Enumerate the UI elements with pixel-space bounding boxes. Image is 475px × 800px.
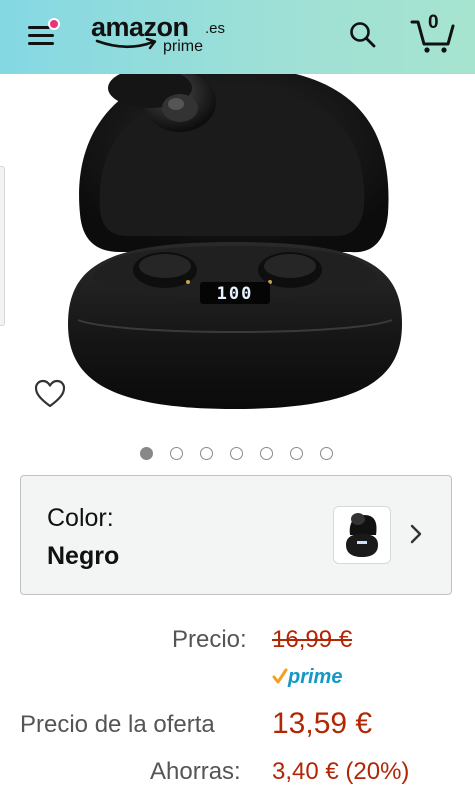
list-price-label: Precio: bbox=[172, 626, 247, 653]
list-price-value: 16,99 € bbox=[272, 626, 353, 653]
logo-tld: .es bbox=[205, 20, 226, 37]
earbuds-product-photo: 100 bbox=[68, 74, 402, 409]
product-image-carousel[interactable]: 100 bbox=[0, 74, 475, 424]
search-icon bbox=[350, 22, 376, 48]
carousel-dot-2[interactable] bbox=[170, 447, 183, 460]
svg-text:100: 100 bbox=[217, 284, 254, 304]
deal-price-label: Precio de la oferta bbox=[20, 711, 215, 738]
cart-count: 0 bbox=[428, 12, 439, 33]
app-header: amazon .es prime 0 bbox=[0, 0, 475, 74]
carousel-dot-4[interactable] bbox=[230, 447, 243, 460]
menu-button[interactable] bbox=[26, 18, 60, 50]
search-button[interactable] bbox=[348, 20, 378, 50]
carousel-dot-6[interactable] bbox=[290, 447, 303, 460]
side-drawer-handle[interactable] bbox=[0, 166, 5, 326]
savings-label: Ahorras: bbox=[150, 758, 241, 785]
menu-icon-bar bbox=[28, 34, 54, 37]
carousel-dot-7[interactable] bbox=[320, 447, 333, 460]
notification-dot bbox=[48, 18, 60, 30]
variant-thumbnail bbox=[333, 506, 391, 564]
menu-icon-bar bbox=[28, 42, 54, 45]
smile-arrow-icon bbox=[95, 38, 157, 50]
logo-prime-text: prime bbox=[163, 38, 204, 55]
carousel-dot-5[interactable] bbox=[260, 447, 273, 460]
heart-outline-icon bbox=[34, 379, 66, 408]
deal-price-value: 13,59 € bbox=[272, 707, 373, 740]
carousel-dot-1[interactable] bbox=[140, 447, 153, 460]
color-label: Color: bbox=[47, 504, 114, 532]
prime-check-icon bbox=[272, 668, 288, 684]
color-variant-selector[interactable]: Color: Negro bbox=[20, 475, 452, 595]
savings-value: 3,40 € (20%) bbox=[272, 758, 410, 785]
amazon-prime-logo[interactable]: amazon .es prime bbox=[91, 12, 225, 62]
carousel-dot-3[interactable] bbox=[200, 447, 213, 460]
earbuds-case-thumbnail bbox=[346, 513, 378, 557]
prime-text: prime bbox=[288, 666, 343, 688]
cart-button[interactable]: 0 bbox=[410, 12, 456, 54]
wishlist-button[interactable] bbox=[28, 372, 72, 416]
color-value: Negro bbox=[47, 542, 120, 570]
carousel-dots bbox=[140, 447, 340, 461]
chevron-right-icon bbox=[410, 524, 422, 544]
menu-icon bbox=[28, 26, 50, 29]
